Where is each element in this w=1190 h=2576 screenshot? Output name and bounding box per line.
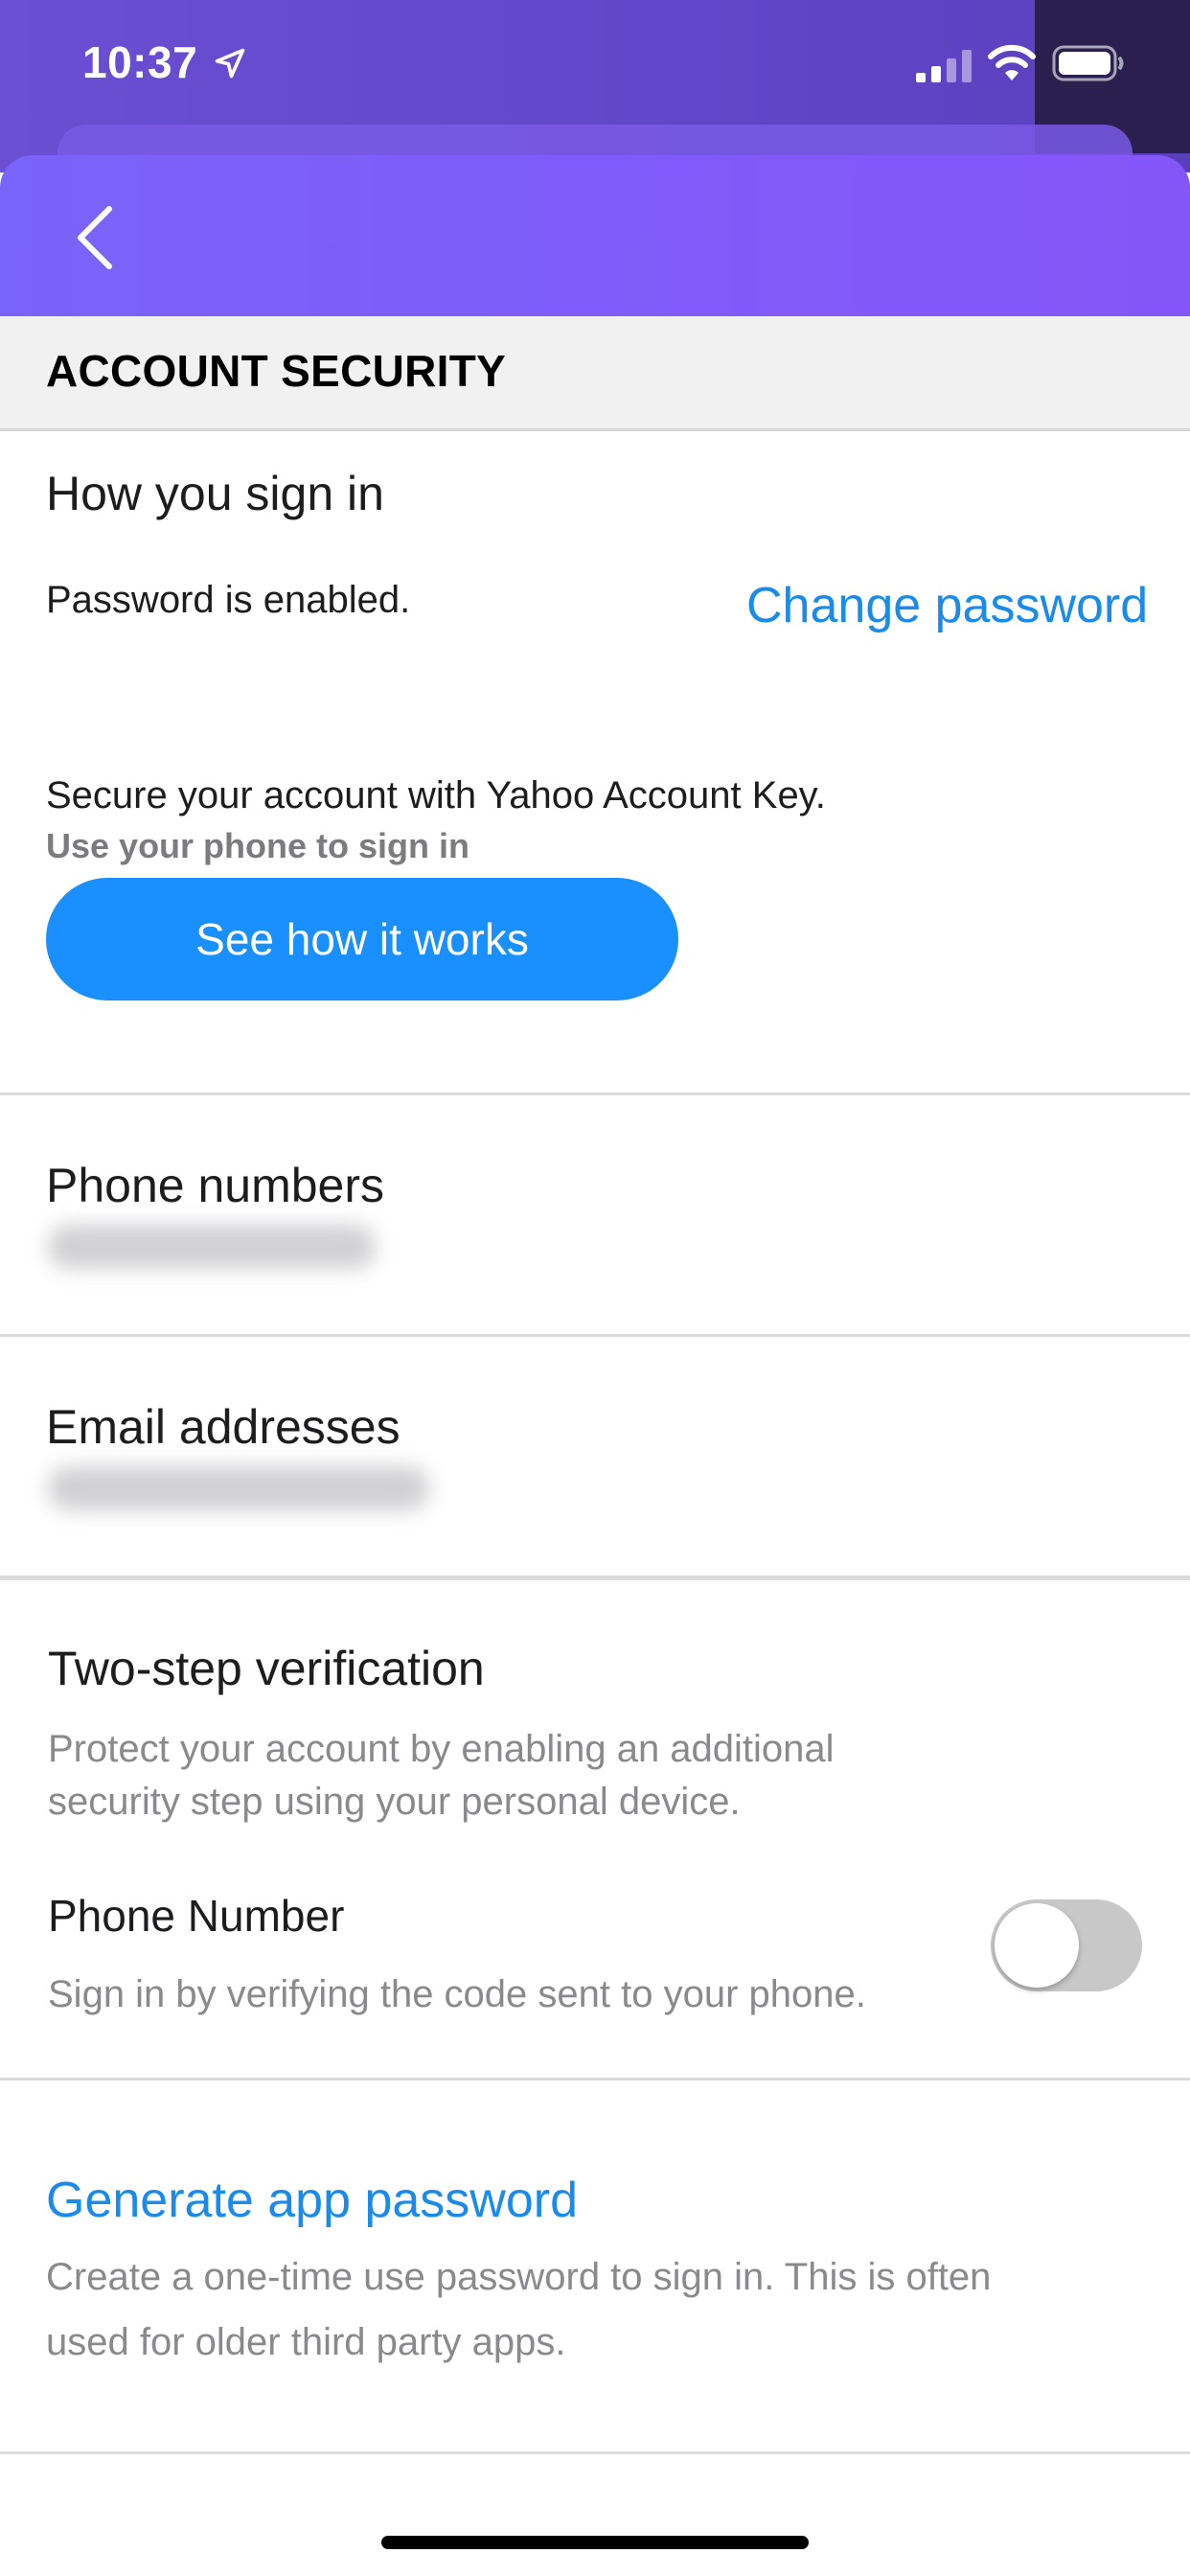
location-arrow-icon <box>215 48 245 79</box>
status-bar: 10:37 <box>0 0 1190 126</box>
generate-app-password-link[interactable]: Generate app password <box>46 2172 578 2229</box>
password-status: Password is enabled. <box>46 579 411 621</box>
divider <box>0 1092 1190 1095</box>
battery-icon <box>1052 45 1124 81</box>
account-key-text: Secure your account with Yahoo Account K… <box>46 774 826 816</box>
cellular-signal-icon <box>916 50 972 82</box>
email-addresses-title: Email addresses <box>46 1400 400 1454</box>
change-password-link[interactable]: Change password <box>746 577 1148 634</box>
phone-number-toggle[interactable] <box>991 1899 1142 1991</box>
toggle-knob <box>995 1903 1079 1988</box>
section-header: ACCOUNT SECURITY <box>0 316 1190 431</box>
divider <box>0 2078 1190 2081</box>
see-how-it-works-button[interactable]: See how it works <box>46 878 678 1000</box>
wifi-icon <box>988 44 1036 80</box>
home-indicator[interactable] <box>381 2536 809 2549</box>
email-value-redacted <box>48 1466 429 1510</box>
divider <box>0 1576 1190 1580</box>
two-step-title: Two-step verification <box>48 1642 485 1695</box>
divider <box>0 1334 1190 1337</box>
phone-numbers-title: Phone numbers <box>46 1159 385 1212</box>
phone-number-option-label: Phone Number <box>48 1891 345 1941</box>
section-title: ACCOUNT SECURITY <box>46 346 507 396</box>
two-step-desc-line2: security step using your personal device… <box>48 1781 741 1823</box>
app-password-desc-line2: used for older third party apps. <box>46 2321 566 2363</box>
header <box>0 155 1190 316</box>
status-time: 10:37 <box>82 37 198 87</box>
two-step-desc-line1: Protect your account by enabling an addi… <box>48 1728 835 1770</box>
account-key-subtext: Use your phone to sign in <box>46 826 470 865</box>
back-button[interactable] <box>59 197 128 278</box>
sign-in-title: How you sign in <box>46 467 384 520</box>
phone-number-option-desc: Sign in by verifying the code sent to yo… <box>48 1973 866 2015</box>
chevron-left-icon <box>78 206 112 269</box>
phone-number-value-redacted <box>48 1225 376 1269</box>
app-password-desc-line1: Create a one-time use password to sign i… <box>46 2256 992 2298</box>
divider <box>0 2451 1190 2454</box>
